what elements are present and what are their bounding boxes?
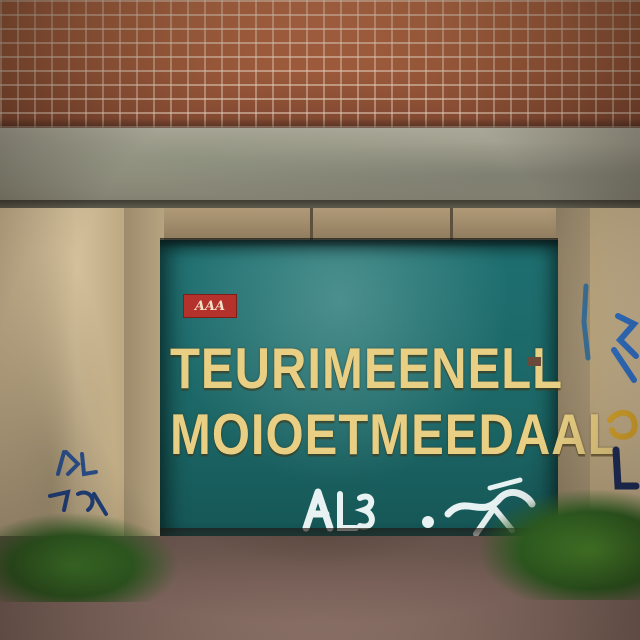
recess-ceiling bbox=[140, 208, 592, 240]
graffiti-small-mark bbox=[528, 357, 541, 366]
left-recess-wall bbox=[124, 208, 164, 538]
graffiti-stripe bbox=[581, 283, 591, 361]
scene: AAA TEURIMEENELL MOIOETMEEDAAL bbox=[0, 0, 640, 640]
ceiling-seam bbox=[310, 208, 313, 240]
sign-line-2: MOIOETMEEDAAL bbox=[170, 403, 619, 467]
grass-left bbox=[0, 512, 180, 602]
graffiti-tag-pillar bbox=[607, 313, 640, 490]
grass-right bbox=[480, 490, 640, 600]
sign-line-1: TEURIMEENELL bbox=[170, 337, 564, 401]
graffiti-tag-center bbox=[302, 488, 375, 532]
brick-tile-wall bbox=[0, 0, 640, 128]
concrete-lintel bbox=[0, 128, 640, 209]
door-shadow bbox=[160, 238, 558, 248]
red-sticker: AAA bbox=[183, 294, 237, 318]
ceiling-seam bbox=[450, 208, 453, 240]
